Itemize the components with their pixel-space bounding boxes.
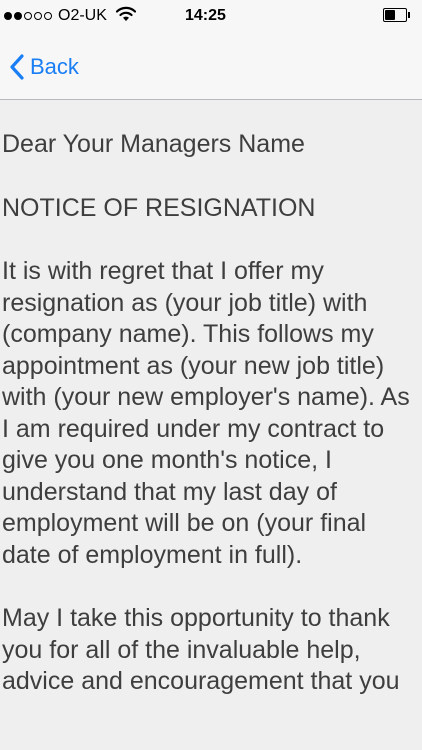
back-button[interactable]: Back: [10, 49, 79, 85]
battery-terminal: [408, 12, 410, 18]
battery-level: [385, 10, 395, 20]
status-bar: O2-UK 14:25: [0, 0, 422, 36]
wifi-icon: [115, 6, 137, 27]
signal-strength-icon: [4, 12, 52, 20]
battery-icon: [383, 8, 407, 22]
carrier-name: O2-UK: [58, 7, 107, 24]
letter-salutation: Dear Your Managers Name: [2, 130, 305, 158]
signal-dot: [34, 12, 42, 20]
chevron-left-icon: [10, 54, 24, 80]
signal-dot: [4, 12, 12, 20]
signal-dot: [44, 12, 52, 20]
letter-paragraph: It is with regret that I offer my resign…: [2, 257, 410, 569]
signal-dot: [24, 12, 32, 20]
letter-paragraph: May I take this opportunity to thank you…: [2, 604, 400, 695]
navigation-bar: Back: [0, 36, 422, 100]
letter-heading: NOTICE OF RESIGNATION: [2, 193, 316, 222]
letter-text: Dear Your Managers Name NOTICE OF RESIGN…: [2, 101, 416, 730]
back-button-label: Back: [30, 54, 79, 79]
clock: 14:25: [185, 7, 226, 24]
signal-dot: [14, 12, 22, 20]
